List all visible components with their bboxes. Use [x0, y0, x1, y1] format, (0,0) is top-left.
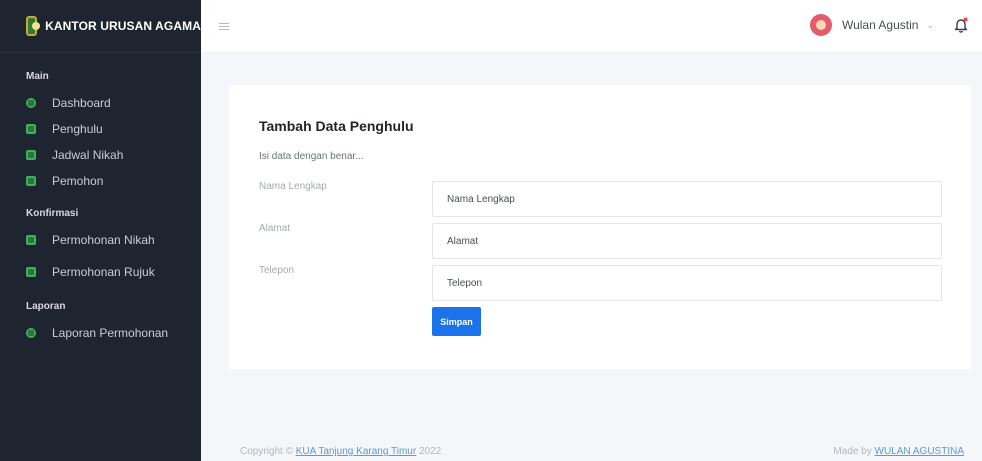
bell-icon[interactable]	[954, 17, 968, 33]
kua-link[interactable]: KUA Tanjung Karang Timur	[296, 446, 416, 457]
flow-icon	[26, 267, 36, 277]
user-card-icon	[26, 176, 36, 186]
kemenag-logo-icon	[26, 16, 41, 36]
topbar: Wulan Agustin ⌄	[201, 0, 982, 53]
user-menu[interactable]: Wulan Agustin ⌄	[809, 14, 934, 36]
add-penghulu-card: Tambah Data Penghulu Isi data dengan ben…	[229, 85, 971, 369]
sidebar-item-permohonan-nikah[interactable]: Permohonan Nikah	[0, 227, 201, 253]
calendar-icon	[26, 150, 36, 160]
avatar[interactable]	[809, 14, 832, 36]
sidebar-item-permohonan-rujuk[interactable]: Permohonan Rujuk	[0, 259, 201, 285]
author-link[interactable]: WULAN AGUSTINA	[875, 446, 964, 457]
telepon-label: Telepon	[259, 265, 295, 276]
nama-lengkap-label: Nama Lengkap	[259, 181, 327, 192]
dashboard-icon	[26, 98, 36, 108]
form-subtitle: Isi data dengan benar...	[259, 151, 364, 162]
sidebar-item-label: Jadwal Nikah	[52, 148, 124, 162]
sidebar-item-dashboard[interactable]: Dashboard	[0, 90, 201, 116]
made-by-prefix: Made by	[833, 446, 875, 457]
chevron-down-icon: ⌄	[926, 19, 934, 30]
sidebar-item-label: Penghulu	[52, 122, 103, 136]
grid-icon	[26, 235, 36, 245]
id-card-icon	[26, 124, 36, 134]
page-title: Tambah Data Penghulu	[259, 118, 414, 134]
footer-copyright: Copyright © KUA Tanjung Karang Timur 202…	[240, 446, 441, 457]
sidebar-item-penghulu[interactable]: Penghulu	[0, 116, 201, 142]
footer-made-by: Made by WULAN AGUSTINA	[833, 446, 964, 457]
telepon-input[interactable]	[432, 265, 942, 301]
section-heading-main: Main	[26, 71, 49, 82]
sidebar-item-laporan-permohonan[interactable]: Laporan Permohonan	[0, 320, 201, 346]
alamat-input[interactable]	[432, 223, 942, 259]
sidebar-item-label: Permohonan Nikah	[52, 233, 155, 247]
sidebar-item-label: Permohonan Rujuk	[52, 265, 155, 279]
printer-icon	[26, 328, 36, 338]
simpan-button[interactable]: Simpan	[432, 307, 481, 336]
copyright-suffix: 2022	[416, 446, 442, 457]
sidebar-item-pemohon[interactable]: Pemohon	[0, 168, 201, 194]
hamburger-menu-icon[interactable]	[219, 22, 229, 30]
copyright-prefix: Copyright ©	[240, 446, 296, 457]
brand[interactable]: KANTOR URUSAN AGAMA	[0, 0, 201, 53]
user-name: Wulan Agustin	[841, 18, 919, 32]
section-heading-laporan: Laporan	[26, 301, 66, 312]
section-heading-konfirmasi: Konfirmasi	[26, 208, 79, 219]
sidebar-item-label: Laporan Permohonan	[52, 326, 169, 340]
alamat-label: Alamat	[259, 223, 291, 234]
brand-title: KANTOR URUSAN AGAMA	[45, 19, 201, 33]
sidebar-item-label: Pemohon	[52, 174, 104, 188]
sidebar: KANTOR URUSAN AGAMA Main Dashboard Pengh…	[0, 0, 201, 461]
sidebar-item-label: Dashboard	[52, 96, 111, 110]
sidebar-item-jadwal-nikah[interactable]: Jadwal Nikah	[0, 142, 201, 168]
nama-lengkap-input[interactable]	[432, 181, 942, 217]
